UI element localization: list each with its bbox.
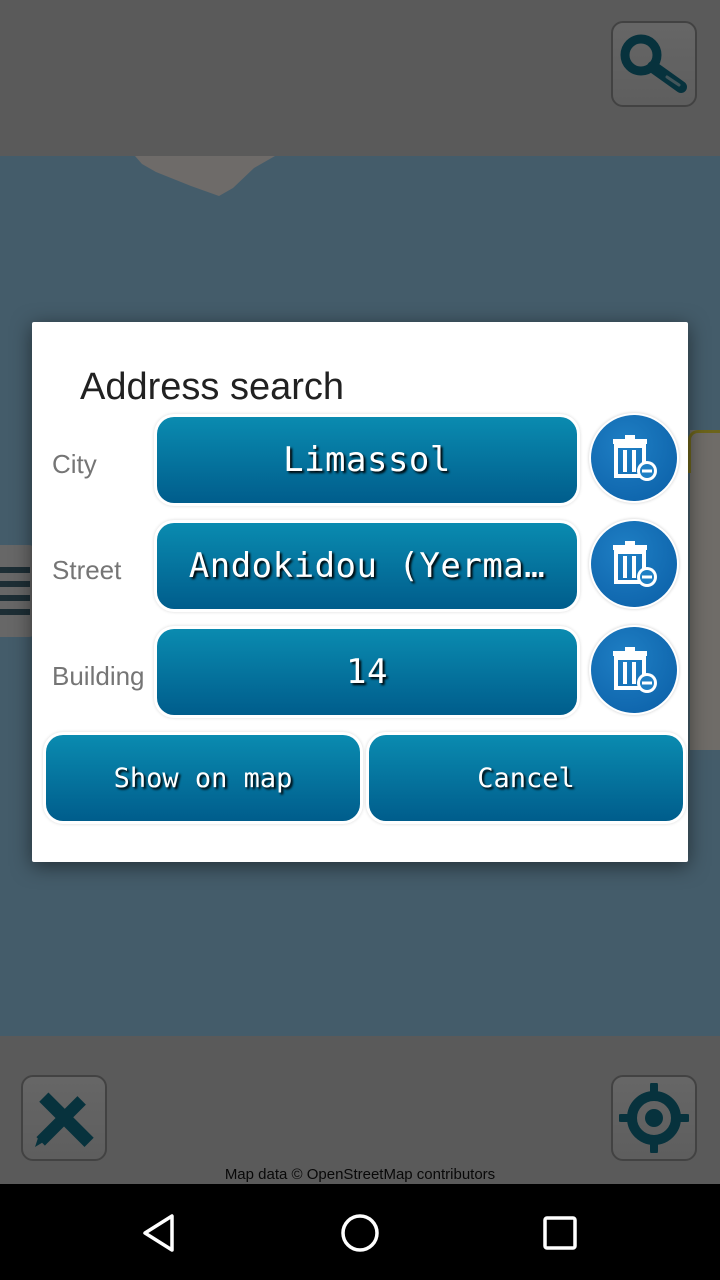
cancel-label: Cancel bbox=[369, 735, 683, 821]
dialog-title: Address search bbox=[80, 366, 345, 408]
building-value: 14 bbox=[157, 629, 577, 715]
cancel-button[interactable]: Cancel bbox=[366, 732, 686, 824]
building-label: Building bbox=[52, 661, 145, 691]
system-navigation-bar bbox=[0, 1184, 720, 1280]
street-field[interactable]: Andokidou (Yerma… bbox=[154, 520, 580, 612]
recents-square-icon bbox=[543, 1216, 577, 1250]
street-label: Street bbox=[52, 555, 122, 585]
city-field[interactable]: Limassol bbox=[154, 414, 580, 506]
back-triangle-icon bbox=[143, 1214, 174, 1252]
address-search-dialog: Address search City Limassol Street Ando… bbox=[32, 322, 688, 862]
home-button[interactable] bbox=[335, 1208, 385, 1258]
trash-minus-icon bbox=[613, 647, 657, 693]
home-circle-icon bbox=[341, 1214, 379, 1252]
trash-minus-icon bbox=[613, 541, 657, 587]
show-on-map-label: Show on map bbox=[46, 735, 360, 821]
building-field[interactable]: 14 bbox=[154, 626, 580, 718]
street-value: Andokidou (Yerma… bbox=[157, 523, 577, 609]
clear-street-button[interactable] bbox=[589, 519, 679, 609]
show-on-map-button[interactable]: Show on map bbox=[43, 732, 363, 824]
back-button[interactable] bbox=[135, 1208, 185, 1258]
clear-city-button[interactable] bbox=[589, 413, 679, 503]
recents-button[interactable] bbox=[535, 1208, 585, 1258]
city-value: Limassol bbox=[157, 417, 577, 503]
city-label: City bbox=[52, 449, 97, 479]
map-app: Map data © OpenStreetMap contributors Ad… bbox=[0, 0, 720, 1184]
trash-minus-icon bbox=[613, 435, 657, 481]
clear-building-button[interactable] bbox=[589, 625, 679, 715]
